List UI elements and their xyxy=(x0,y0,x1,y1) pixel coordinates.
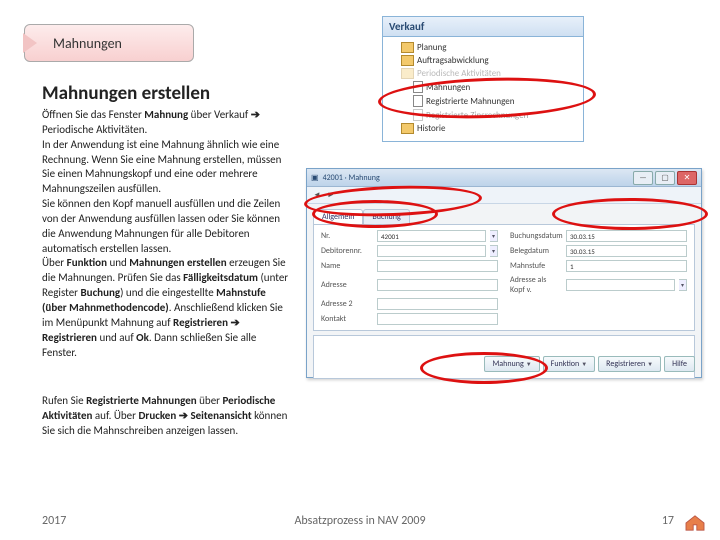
tree-item-mahnungen[interactable]: Mahnungen xyxy=(413,80,581,94)
tree-item[interactable]: Periodische Aktivitäten xyxy=(401,67,581,80)
buchungsdatum-field[interactable]: 30.03.15 xyxy=(566,230,687,242)
window-toolbar: ◄ ► xyxy=(307,187,701,204)
window-titlebar: ▣ 42001 · Mahnung — ▢ ✕ xyxy=(307,169,701,187)
tree-item[interactable]: Auftragsabwicklung xyxy=(401,54,581,67)
label-adresse-kopf: Adresse als Kopf v. xyxy=(510,275,562,295)
hilfe-button[interactable]: Hilfe xyxy=(664,356,695,372)
label-belegdatum: Belegdatum xyxy=(510,246,562,256)
toolbar-back-icon[interactable]: ◄ xyxy=(313,190,321,200)
label-mahnstufe: Mahnstufe xyxy=(510,261,562,271)
folder-icon xyxy=(401,55,414,66)
registrieren-button[interactable]: Registrieren▼ xyxy=(598,356,661,372)
nav-header: Verkauf xyxy=(383,17,583,37)
folder-icon xyxy=(401,68,414,79)
adresse-kopf-field[interactable] xyxy=(566,279,675,291)
label-kontakt: Kontakt xyxy=(321,314,373,324)
call-text: Rufen Sie Registrierte Mahnungen über Pe… xyxy=(42,394,292,439)
label-adresse: Adresse xyxy=(321,280,373,290)
toolbar-fwd-icon[interactable]: ► xyxy=(327,190,335,200)
arrow-icon: ➔ xyxy=(230,317,239,329)
footer-page: 17 xyxy=(662,514,674,528)
form-tabs: Allgemein Buchung xyxy=(307,204,701,224)
folder-icon xyxy=(401,42,414,53)
label-nr: Nr. xyxy=(321,231,373,241)
window-title: 42001 · Mahnung xyxy=(323,173,380,183)
maximize-button[interactable]: ▢ xyxy=(655,171,675,185)
dropdown-icon[interactable]: ▾ xyxy=(490,230,498,242)
nav-tree: Planung Auftragsabwicklung Periodische A… xyxy=(383,37,583,141)
close-button[interactable]: ✕ xyxy=(677,171,697,185)
tree-item[interactable]: Registrierte Zinsrechnungen xyxy=(413,108,581,122)
label-name: Name xyxy=(321,261,373,271)
doc-icon xyxy=(413,95,423,107)
home-icon[interactable] xyxy=(684,514,706,532)
page-heading: Mahnungen erstellen xyxy=(42,82,210,105)
body-text: Öffnen Sie das Fenster Mahnung über Verk… xyxy=(42,108,292,360)
kontakt-field[interactable] xyxy=(377,313,498,325)
tree-item[interactable]: Historie xyxy=(401,122,581,135)
footer-center: Absatzprozess in NAV 2009 xyxy=(0,514,720,528)
arrow-icon: ➔ xyxy=(251,109,260,121)
chevron-down-icon: ▼ xyxy=(526,360,532,368)
name-field[interactable] xyxy=(377,260,498,272)
section-tab: Mahnungen xyxy=(24,24,194,62)
window-icon: ▣ xyxy=(311,173,319,183)
nr-field[interactable]: 42001 xyxy=(377,230,486,242)
form-panel: Nr. 42001 ▾ Buchungsdatum 30.03.15 Debitore… xyxy=(313,224,695,331)
window-button-bar: Mahnung▼ Funktion▼ Registrieren▼ Hilfe xyxy=(484,356,695,372)
minimize-button[interactable]: — xyxy=(633,171,653,185)
tab-buchung[interactable]: Buchung xyxy=(363,209,409,224)
debitor-field[interactable] xyxy=(377,245,486,257)
funktion-button[interactable]: Funktion▼ xyxy=(543,356,596,372)
mahnstufe-field[interactable]: 1 xyxy=(566,260,687,272)
nav-panel: Verkauf Planung Auftragsabwicklung Perio… xyxy=(382,16,584,142)
belegdatum-field[interactable]: 30.03.15 xyxy=(566,245,687,257)
dropdown-icon[interactable]: ▾ xyxy=(679,279,687,291)
arrow-icon: ➔ xyxy=(179,410,188,422)
doc-icon xyxy=(413,109,423,121)
mahnung-window: ▣ 42001 · Mahnung — ▢ ✕ ◄ ► Allgemein Buc… xyxy=(306,168,702,378)
mahnung-button[interactable]: Mahnung▼ xyxy=(484,356,539,372)
tab-allgemein[interactable]: Allgemein xyxy=(313,209,363,224)
tree-item[interactable]: Planung xyxy=(401,41,581,54)
section-tab-label: Mahnungen xyxy=(53,35,122,52)
folder-icon xyxy=(401,123,414,134)
label-buchungsdatum: Buchungsdatum xyxy=(510,231,562,241)
chevron-down-icon: ▼ xyxy=(647,360,653,368)
tree-item-reg-mahnungen[interactable]: Registrierte Mahnungen xyxy=(413,94,581,108)
adresse2-field[interactable] xyxy=(377,298,498,310)
adresse-field[interactable] xyxy=(377,279,498,291)
doc-icon xyxy=(413,81,423,93)
dropdown-icon[interactable]: ▾ xyxy=(490,245,498,257)
label-adresse2: Adresse 2 xyxy=(321,299,373,309)
label-debitor: Debitorennr. xyxy=(321,246,373,256)
chevron-down-icon: ▼ xyxy=(581,360,587,368)
